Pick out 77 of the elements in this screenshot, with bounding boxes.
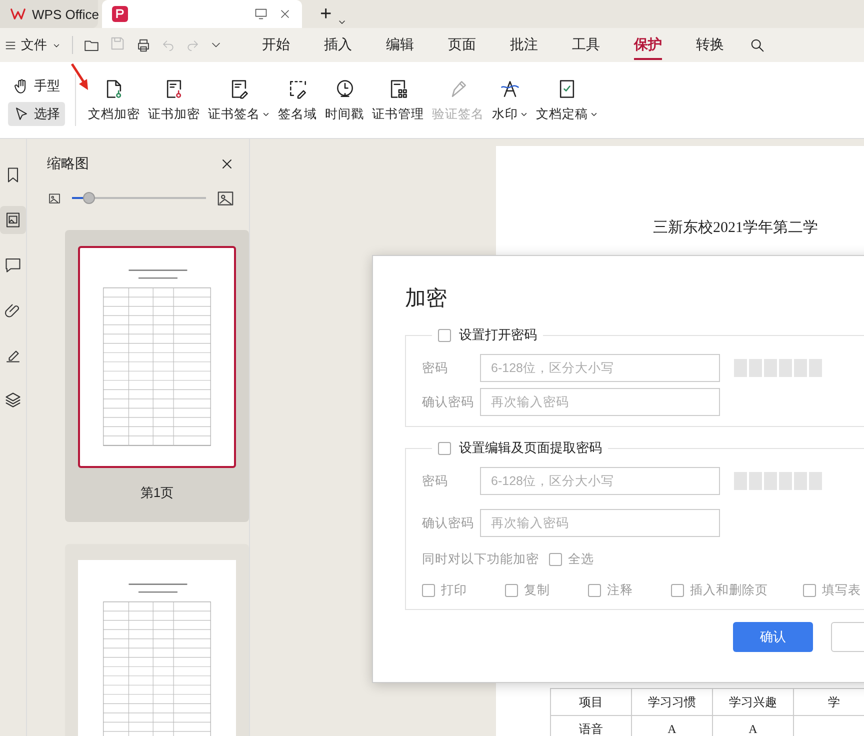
- checkbox[interactable]: [588, 584, 601, 597]
- section-label: 设置打开密码: [459, 326, 537, 344]
- checkbox[interactable]: [438, 328, 451, 342]
- field-label: 密码: [422, 360, 449, 376]
- table-cell: 语音: [550, 716, 632, 736]
- ribbon-tab[interactable]: 批注: [495, 30, 553, 60]
- paperclip-icon: [4, 301, 22, 319]
- ribbon-tab[interactable]: 插入: [309, 30, 367, 60]
- table-header-cell: 学: [794, 688, 864, 716]
- monitor-icon: [254, 7, 268, 21]
- large-image-icon: [216, 188, 235, 208]
- thumbnail-icon: [4, 211, 22, 229]
- cursor-arrow-icon: [13, 106, 30, 122]
- document-heading: 三新东校2021学年第二学: [652, 218, 819, 237]
- confirm-password-field[interactable]: 再次输入密码: [480, 388, 720, 416]
- password-field[interactable]: 6-128位，区分大小写: [480, 467, 720, 495]
- ribbon-tool-button[interactable]: 文档加密: [84, 74, 144, 126]
- small-image-icon: [47, 190, 62, 206]
- annotation-arrow: [70, 62, 90, 92]
- ribbon-tab[interactable]: 保护: [619, 30, 677, 60]
- ribbon-tool-button[interactable]: 证书加密: [144, 74, 204, 126]
- field-label: 确认密码: [422, 514, 475, 532]
- ribbon-tab[interactable]: 转换: [681, 30, 739, 60]
- page-label: 第1页: [140, 484, 174, 502]
- checkbox-label: 注释: [607, 582, 633, 599]
- undo-icon: [161, 38, 176, 52]
- document-tab[interactable]: [102, 0, 302, 28]
- permissions-label: 同时对以下功能加密: [422, 551, 539, 568]
- confirm-password-field[interactable]: 再次输入密码: [480, 509, 720, 537]
- table-header-cell: 项目: [550, 688, 632, 716]
- redo-icon: [185, 38, 200, 52]
- save-icon: [109, 35, 126, 52]
- page-thumbnail[interactable]: 第1页: [65, 230, 249, 522]
- ribbon-tool-button[interactable]: 证书签名: [204, 74, 274, 126]
- confirm-button[interactable]: 确认: [733, 622, 813, 652]
- section-label: 设置编辑及页面提取密码: [459, 439, 602, 457]
- new-tab-button[interactable]: +: [320, 0, 332, 28]
- table-header-cell: 学习兴趣: [712, 688, 794, 716]
- field-label: 确认密码: [422, 394, 475, 410]
- checkbox[interactable]: [549, 553, 562, 566]
- printer-icon: [135, 36, 152, 54]
- dialog-title: 加密: [405, 286, 448, 312]
- page-thumbnail[interactable]: [65, 544, 249, 736]
- search-icon: [749, 36, 766, 54]
- close-icon: [278, 7, 292, 21]
- checkbox[interactable]: [803, 584, 816, 597]
- file-menu[interactable]: 文件: [4, 36, 73, 54]
- checkbox-label: 插入和删除页: [690, 582, 768, 599]
- checkbox[interactable]: [438, 442, 451, 454]
- ribbon-tab[interactable]: 页面: [433, 30, 491, 60]
- ribbon-tool-button[interactable]: 时间戳: [321, 74, 368, 126]
- ribbon-tool-button[interactable]: 文档定稿: [532, 74, 602, 126]
- ribbon-tool-button[interactable]: 证书管理: [368, 74, 428, 126]
- checkbox[interactable]: [422, 584, 435, 597]
- hand-tool[interactable]: 手型: [8, 74, 65, 98]
- table-header-cell: 学习习惯: [632, 688, 712, 716]
- checkbox[interactable]: [671, 584, 684, 597]
- checkbox-label: 全选: [568, 551, 594, 568]
- checkbox-label: 复制: [524, 582, 550, 599]
- ribbon-tool-button[interactable]: 签名域: [274, 74, 321, 126]
- ribbon-tab[interactable]: 编辑: [371, 30, 429, 60]
- field-label: 密码: [422, 472, 449, 490]
- ribbon-tool-button[interactable]: 水印: [488, 74, 532, 126]
- checkbox[interactable]: [505, 584, 518, 597]
- sidebar-tab[interactable]: [0, 206, 26, 234]
- checkbox-label: 打印: [441, 582, 467, 599]
- home-tab[interactable]: WPS Office: [0, 0, 98, 28]
- panel-title: 缩略图: [47, 154, 89, 173]
- checkbox-label: 填写表: [822, 582, 861, 599]
- comment-icon: [4, 256, 22, 274]
- pdf-file-icon: [112, 6, 128, 22]
- password-field[interactable]: 6-128位，区分大小写: [480, 354, 720, 382]
- select-tool[interactable]: 选择: [8, 102, 65, 126]
- layers-icon: [4, 391, 22, 409]
- ribbon-tab[interactable]: 开始: [247, 30, 305, 60]
- ribbon-tab[interactable]: 工具: [557, 30, 615, 60]
- logo-icon: [10, 6, 26, 22]
